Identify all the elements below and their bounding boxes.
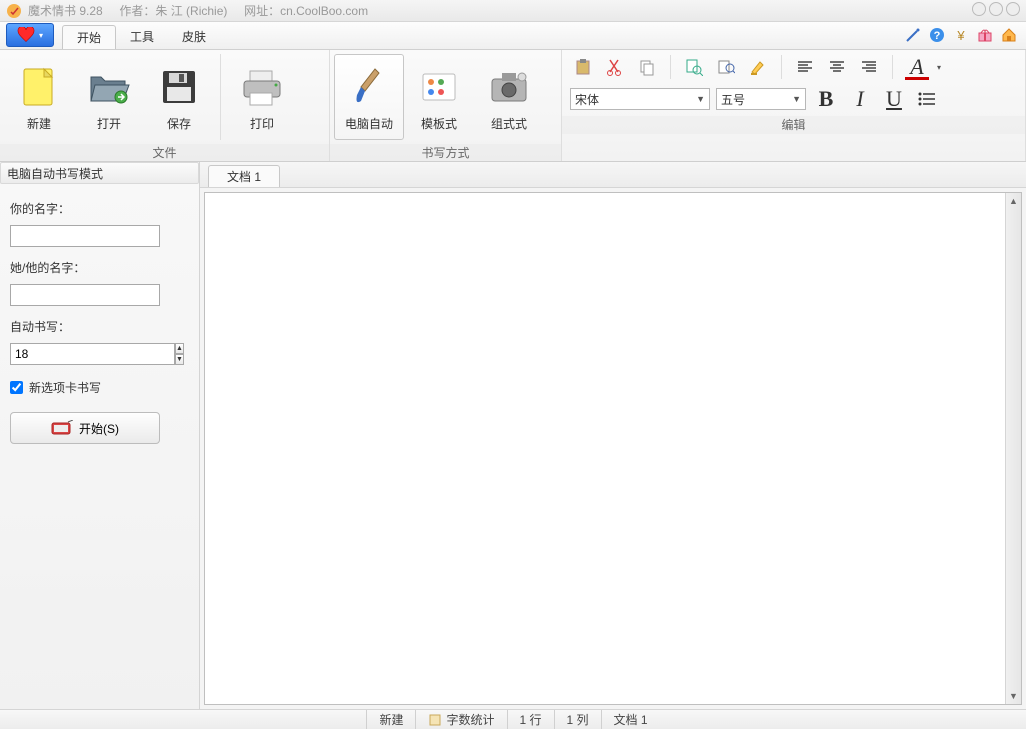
underline-button[interactable]: U [880,86,908,112]
spinner-up[interactable]: ▲ [175,343,184,354]
spinner-input[interactable] [10,343,175,365]
ribbon: 新建 打开 保存 打印 文件 电脑自动 [0,50,1026,162]
app-menu-button[interactable]: ▾ [6,23,54,47]
printer-icon [240,67,284,107]
document-tabs: 文档 1 [200,162,1026,188]
main: 电脑自动书写模式 你的名字： 她/他的名字： 自动书写： ▲▼ 新选项卡书写 开… [0,162,1026,709]
chevron-down-icon: ▼ [792,94,801,104]
bold-button[interactable]: B [812,86,840,112]
find-icon[interactable] [681,55,707,79]
font-color-button[interactable]: A [903,54,931,80]
template-icon [419,68,459,106]
scroll-down-icon[interactable]: ▼ [1006,688,1021,704]
cut-icon[interactable] [602,55,628,79]
svg-text:?: ? [934,30,941,42]
font-size-select[interactable]: 五号▼ [716,88,806,110]
bullet-list-icon[interactable] [914,87,940,111]
write-group-label: 书写方式 [330,144,561,161]
spinner-down[interactable]: ▼ [175,354,184,365]
file-group-label: 文件 [0,144,329,161]
scroll-up-icon[interactable]: ▲ [1006,193,1021,209]
maximize-button[interactable] [989,2,1003,16]
open-button[interactable]: 打开 [74,54,144,140]
align-left-icon[interactable] [792,55,818,79]
clipboard-icon[interactable] [570,55,596,79]
wand-icon[interactable] [904,26,922,44]
copy-icon[interactable] [634,55,660,79]
their-name-input[interactable] [10,284,160,306]
chevron-down-icon: ▾ [39,31,43,40]
title-bar: 魔术情书 9.28 作者：朱 江 (Richie) 网址：cn.CoolBoo.… [0,0,1026,22]
align-center-icon[interactable] [824,55,850,79]
window-controls [972,2,1020,16]
combo-write-button[interactable]: 组式式 [474,54,544,140]
gift-icon[interactable] [976,26,994,44]
tab-skins[interactable]: 皮肤 [168,25,220,49]
status-new[interactable]: 新建 [366,710,415,729]
status-line: 1 行 [507,710,554,729]
svg-text:¥: ¥ [956,28,965,43]
sidebar-title: 电脑自动书写模式 [0,162,199,184]
vertical-scrollbar[interactable]: ▲ ▼ [1005,193,1021,704]
document-tab[interactable]: 文档 1 [208,165,280,187]
status-bar: 新建 字数统计 1 行 1 列 文档 1 [0,709,1026,729]
new-file-icon [20,65,58,109]
chevron-down-icon[interactable]: ▾ [937,63,941,72]
open-folder-icon [87,67,131,107]
home-icon[interactable] [1000,26,1018,44]
editor[interactable]: ▲ ▼ [204,192,1022,705]
help-icon[interactable]: ? [928,26,946,44]
italic-button[interactable]: I [846,86,874,112]
currency-icon[interactable]: ¥ [952,26,970,44]
content-area: 文档 1 ▲ ▼ [200,162,1026,709]
template-write-button[interactable]: 模板式 [404,54,474,140]
highlight-icon[interactable] [745,55,771,79]
close-button[interactable] [1006,2,1020,16]
camera-icon [488,67,530,107]
replace-icon[interactable] [713,55,739,79]
brush-icon [351,65,387,109]
tablet-icon [51,420,73,436]
auto-write-label: 自动书写： [10,318,189,335]
start-button[interactable]: 开始(S) [10,412,160,444]
new-tab-checkbox[interactable] [10,381,23,394]
your-name-input[interactable] [10,225,160,247]
print-button[interactable]: 打印 [227,54,297,140]
menu-row: ▾ 开始 工具 皮肤 ? ¥ [0,22,1026,50]
new-button[interactable]: 新建 [4,54,74,140]
new-tab-checkbox-row[interactable]: 新选项卡书写 [10,379,189,396]
floppy-disk-icon [159,67,199,107]
status-col: 1 列 [554,710,601,729]
tab-start[interactable]: 开始 [62,25,116,49]
new-tab-label: 新选项卡书写 [29,379,101,396]
scroll-icon [428,713,442,727]
save-button[interactable]: 保存 [144,54,214,140]
font-name-select[interactable]: 宋体▼ [570,88,710,110]
sidebar: 电脑自动书写模式 你的名字： 她/他的名字： 自动书写： ▲▼ 新选项卡书写 开… [0,162,200,709]
minimize-button[interactable] [972,2,986,16]
status-wordcount[interactable]: 字数统计 [415,710,506,729]
app-icon [6,3,22,19]
their-name-label: 她/他的名字： [10,259,189,276]
auto-write-spinner[interactable]: ▲▼ [10,343,160,365]
edit-group-label: 编辑 [562,116,1025,134]
status-doc: 文档 1 [601,710,660,729]
app-title: 魔术情书 9.28 作者：朱 江 (Richie) 网址：cn.CoolBoo.… [28,2,368,19]
auto-write-button[interactable]: 电脑自动 [334,54,404,140]
chevron-down-icon: ▼ [696,94,705,104]
align-right-icon[interactable] [856,55,882,79]
tab-tools[interactable]: 工具 [116,25,168,49]
your-name-label: 你的名字： [10,200,189,217]
menu-tabs: 开始 工具 皮肤 [62,22,220,49]
